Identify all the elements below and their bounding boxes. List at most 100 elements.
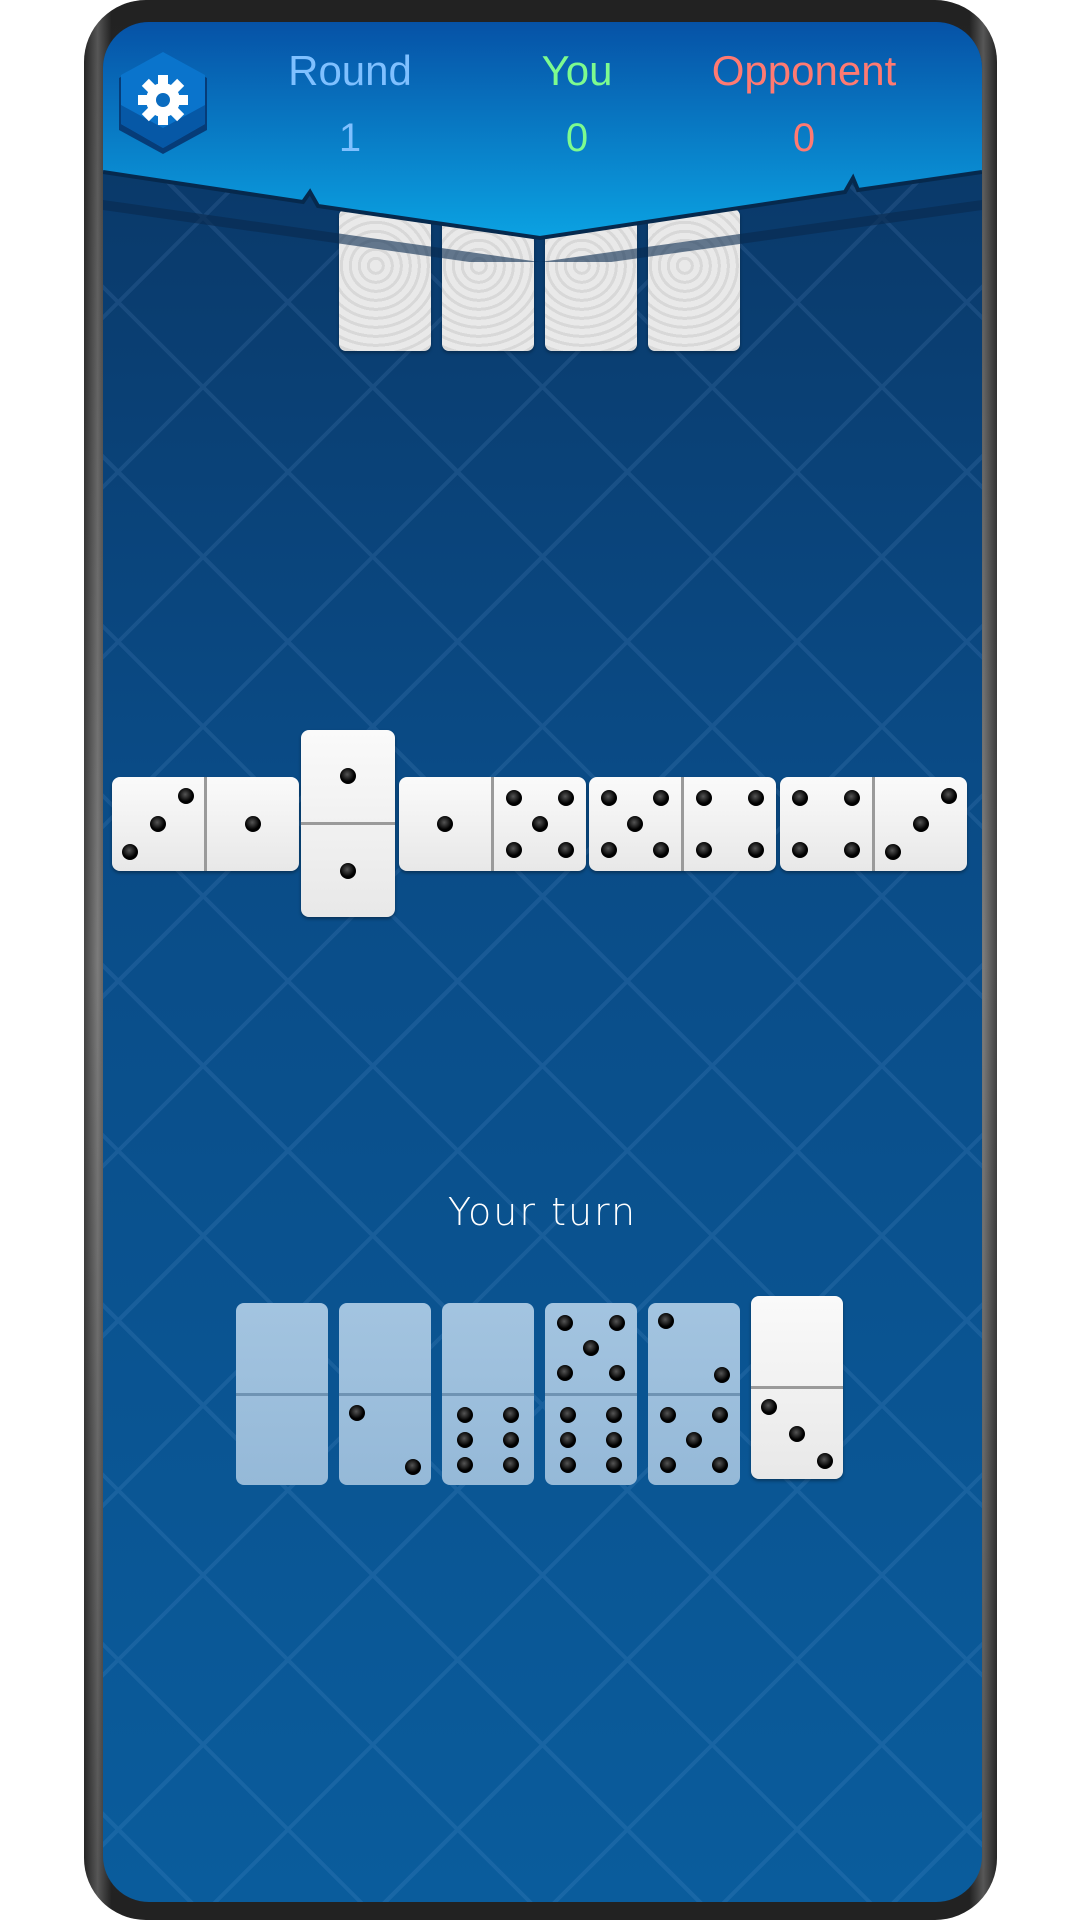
pip <box>660 1407 677 1424</box>
pip <box>792 789 809 806</box>
domino-half-1 <box>301 825 395 917</box>
domino-half-1 <box>399 777 494 871</box>
domino-half-5 <box>494 777 586 871</box>
board-domino <box>112 777 299 871</box>
pip <box>606 1432 622 1449</box>
pip <box>601 842 618 859</box>
pip <box>711 1407 728 1424</box>
pip <box>340 863 356 879</box>
board-domino <box>780 777 967 871</box>
board-domino <box>301 730 395 917</box>
pip <box>843 789 860 806</box>
pip <box>885 844 902 861</box>
pip <box>686 1432 702 1449</box>
hand-domino[interactable] <box>236 1303 328 1485</box>
domino-half-0 <box>442 1303 534 1396</box>
pip <box>503 1407 519 1424</box>
pip <box>340 768 356 784</box>
hand-domino-playable[interactable] <box>751 1296 843 1479</box>
you-value: 0 <box>565 116 589 160</box>
background-pattern <box>103 22 982 1902</box>
domino-half-2 <box>339 1396 431 1486</box>
pip <box>583 1339 599 1356</box>
domino-half-0 <box>751 1296 843 1389</box>
domino-half-3 <box>875 777 967 871</box>
pip <box>608 1314 625 1331</box>
pip <box>506 789 523 806</box>
board-domino <box>399 777 586 871</box>
pip <box>560 1407 576 1424</box>
pip <box>560 1432 576 1449</box>
pip <box>557 842 574 859</box>
pip <box>658 1312 675 1329</box>
domino-half-2 <box>648 1303 740 1396</box>
domino-half-3 <box>112 777 207 871</box>
pip <box>457 1407 473 1424</box>
turn-status: Your turn <box>447 1190 638 1234</box>
domino-half-3 <box>751 1389 843 1479</box>
pip <box>747 789 764 806</box>
pip <box>789 1426 805 1442</box>
pip <box>913 816 929 832</box>
pip <box>560 1457 576 1474</box>
pip <box>437 816 453 832</box>
pip <box>652 842 669 859</box>
pip <box>696 842 713 859</box>
pip <box>606 1407 622 1424</box>
score-header: Round 1 You 0 Opponent 0 <box>103 22 982 262</box>
pip <box>349 1405 366 1422</box>
pip <box>404 1459 421 1476</box>
domino-half-0 <box>236 1396 328 1486</box>
pip <box>150 816 166 832</box>
pip <box>792 842 809 859</box>
domino-half-5 <box>545 1303 637 1396</box>
domino-half-5 <box>589 777 684 871</box>
pip <box>557 1364 574 1381</box>
pip <box>652 789 669 806</box>
domino-half-1 <box>207 777 299 871</box>
pip <box>457 1432 473 1449</box>
pip <box>245 816 261 832</box>
pip <box>627 816 643 832</box>
board-domino <box>589 777 776 871</box>
opponent-value: 0 <box>792 116 816 160</box>
pip <box>122 844 139 861</box>
pip <box>761 1399 778 1415</box>
hand-domino[interactable] <box>545 1303 637 1485</box>
settings-button[interactable] <box>115 50 211 156</box>
opponent-score: Opponent 0 <box>684 47 924 160</box>
domino-half-4 <box>780 777 875 871</box>
domino-half-4 <box>684 777 776 871</box>
opponent-label: Opponent <box>711 47 897 94</box>
you-score: You 0 <box>457 47 697 160</box>
pip <box>532 816 548 832</box>
domino-half-1 <box>301 730 395 825</box>
round-value: 1 <box>338 116 362 160</box>
pip <box>711 1457 728 1474</box>
domino-half-6 <box>545 1396 637 1486</box>
domino-half-0 <box>236 1303 328 1396</box>
hand-domino[interactable] <box>339 1303 431 1485</box>
pip <box>747 842 764 859</box>
pip <box>816 1453 833 1469</box>
pip <box>843 842 860 859</box>
domino-half-5 <box>648 1396 740 1486</box>
game-screen: Round 1 You 0 Opponent 0 Your turn <box>103 22 982 1902</box>
pip <box>696 789 713 806</box>
hand-domino[interactable] <box>648 1303 740 1485</box>
hand-domino[interactable] <box>442 1303 534 1485</box>
pip <box>601 789 618 806</box>
domino-half-6 <box>442 1396 534 1486</box>
pip <box>457 1457 473 1474</box>
you-label: You <box>541 47 613 94</box>
gear-icon <box>119 52 207 154</box>
pip <box>503 1432 519 1449</box>
domino-half-0 <box>339 1303 431 1396</box>
pip <box>940 787 957 804</box>
pip <box>660 1457 677 1474</box>
pip <box>608 1364 625 1381</box>
round-label: Round <box>288 47 412 94</box>
pip <box>503 1457 519 1474</box>
pip <box>557 789 574 806</box>
pip <box>606 1457 622 1474</box>
